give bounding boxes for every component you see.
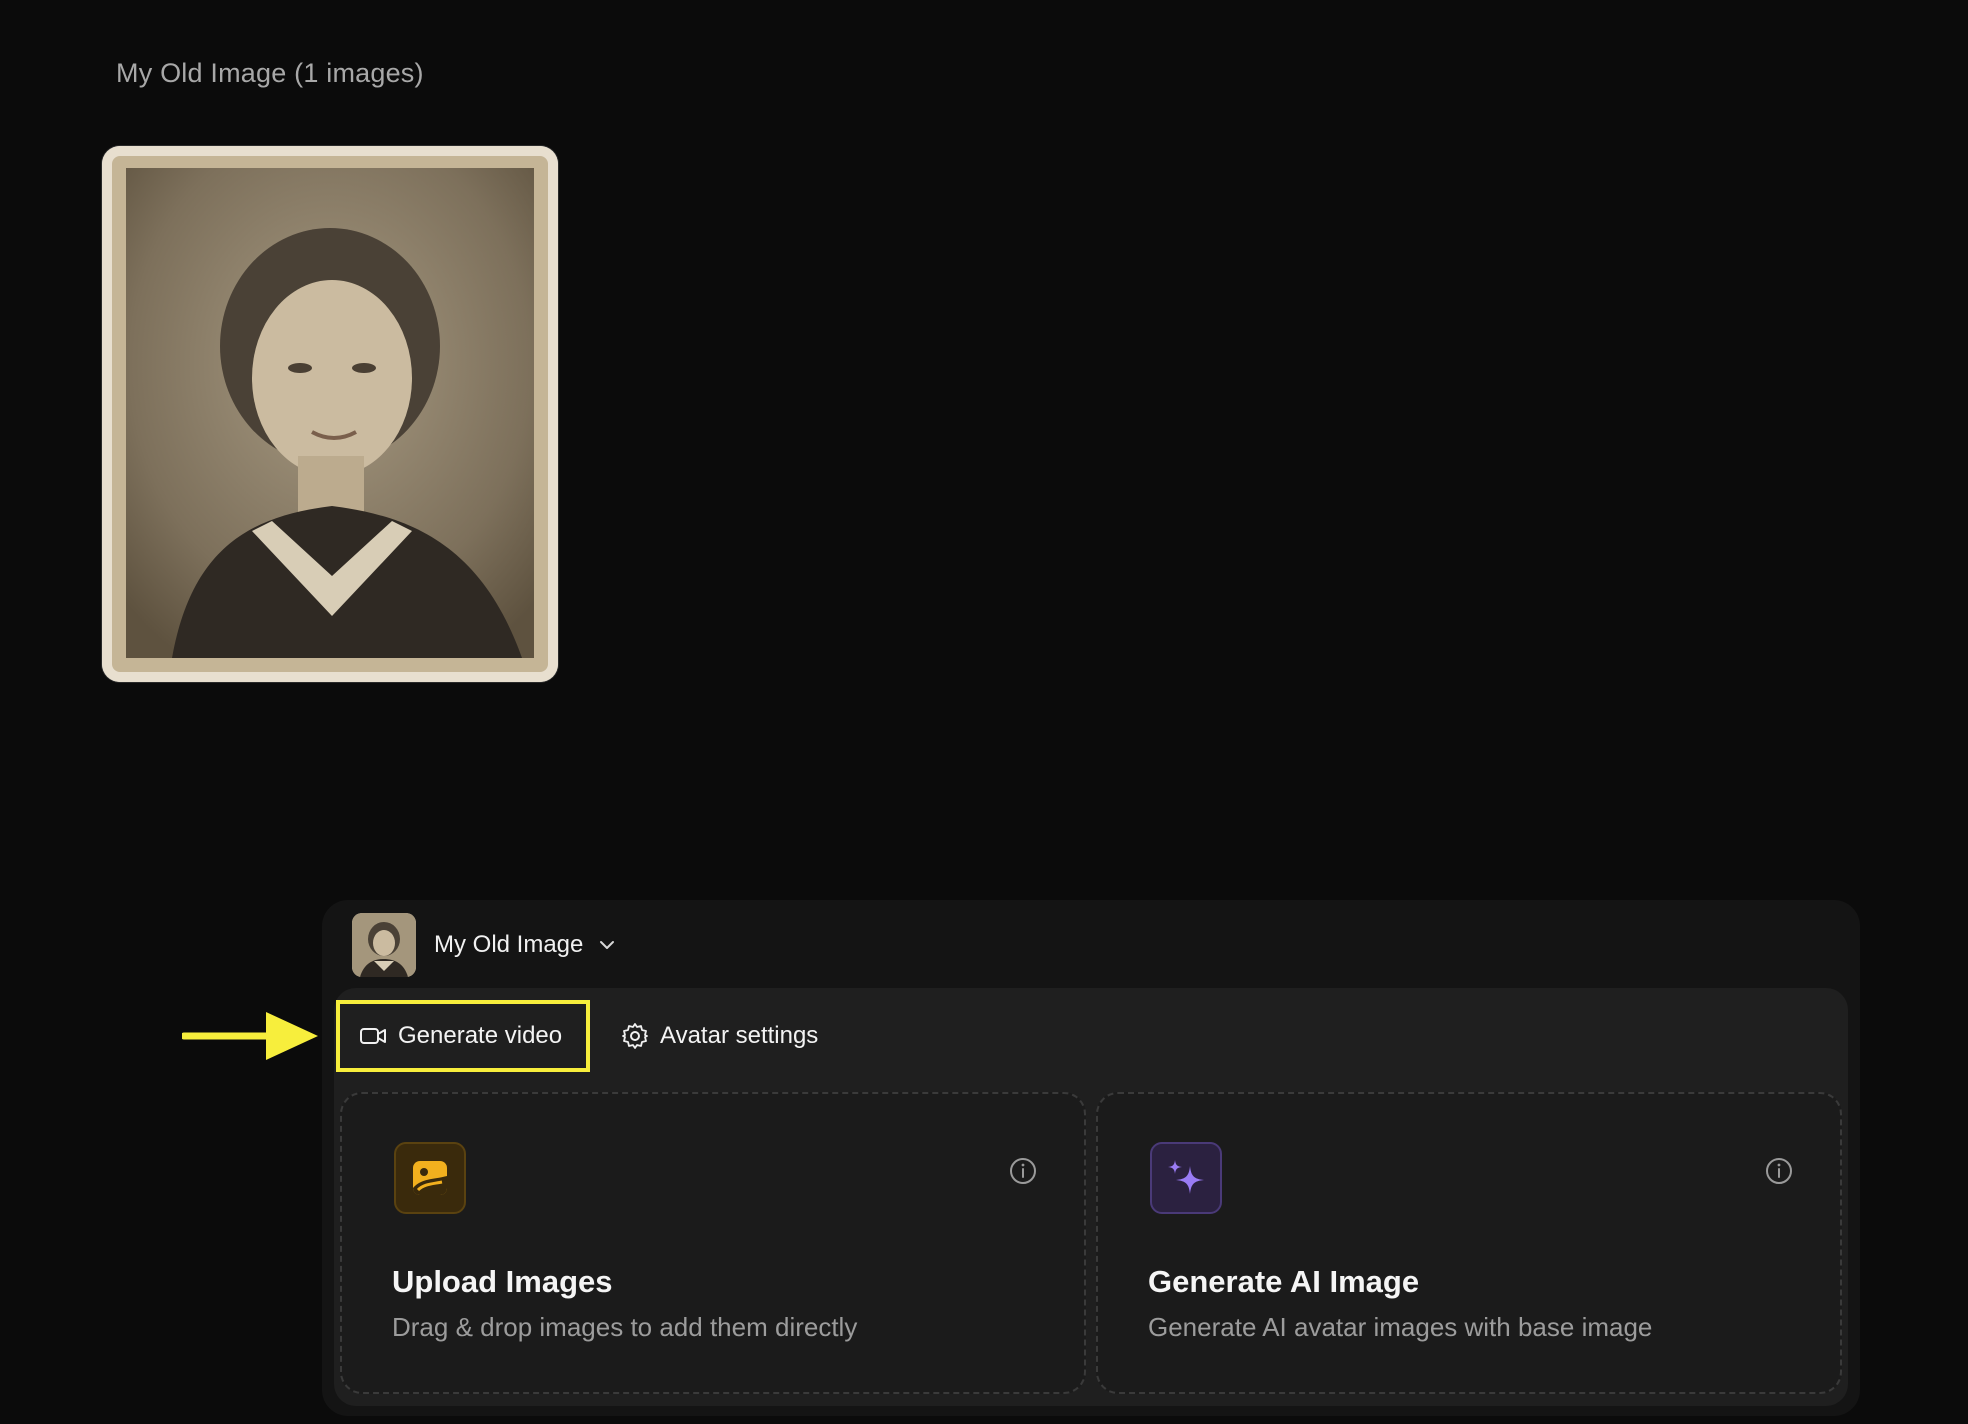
image-upload-icon xyxy=(394,1142,466,1214)
old-photo-thumbnail[interactable] xyxy=(102,146,558,682)
generate-video-button[interactable]: Generate video xyxy=(336,1000,590,1072)
annotation-arrow-icon xyxy=(182,1012,318,1060)
page: My Old Image (1 images) My Old Image Gen… xyxy=(0,0,1968,1424)
avatar-name: My Old Image xyxy=(434,931,584,958)
avatar-actions-area: Generate video Avatar settings Upload Im… xyxy=(334,988,1848,1406)
generate-video-label: Generate video xyxy=(398,1022,563,1049)
generate-ai-image-card[interactable]: Generate AI Image Generate AI avatar ima… xyxy=(1096,1092,1842,1394)
info-icon[interactable] xyxy=(1008,1156,1038,1186)
action-tabs: Generate video Avatar settings xyxy=(336,1000,832,1072)
gallery-title: My Old Image (1 images) xyxy=(116,58,424,88)
generate-ai-image-title: Generate AI Image xyxy=(1148,1264,1420,1299)
chevron-down-icon xyxy=(600,941,615,949)
option-cards: Upload Images Drag & drop images to add … xyxy=(340,1092,1842,1396)
generate-ai-image-description: Generate AI avatar images with base imag… xyxy=(1148,1312,1653,1342)
sparkles-icon xyxy=(1150,1142,1222,1214)
avatar-settings-label: Avatar settings xyxy=(660,1022,819,1049)
info-icon[interactable] xyxy=(1764,1156,1794,1186)
gear-icon xyxy=(622,1023,648,1049)
avatar-thumbnail xyxy=(352,913,416,977)
avatar-panel: My Old Image Generate video Avatar setti… xyxy=(322,900,1860,1416)
avatar-settings-button[interactable]: Avatar settings xyxy=(600,1000,832,1072)
avatar-selector[interactable]: My Old Image xyxy=(352,912,617,978)
video-camera-icon xyxy=(360,1028,386,1044)
upload-images-title: Upload Images xyxy=(392,1264,613,1299)
upload-images-description: Drag & drop images to add them directly xyxy=(392,1312,858,1342)
upload-images-card[interactable]: Upload Images Drag & drop images to add … xyxy=(340,1092,1086,1394)
